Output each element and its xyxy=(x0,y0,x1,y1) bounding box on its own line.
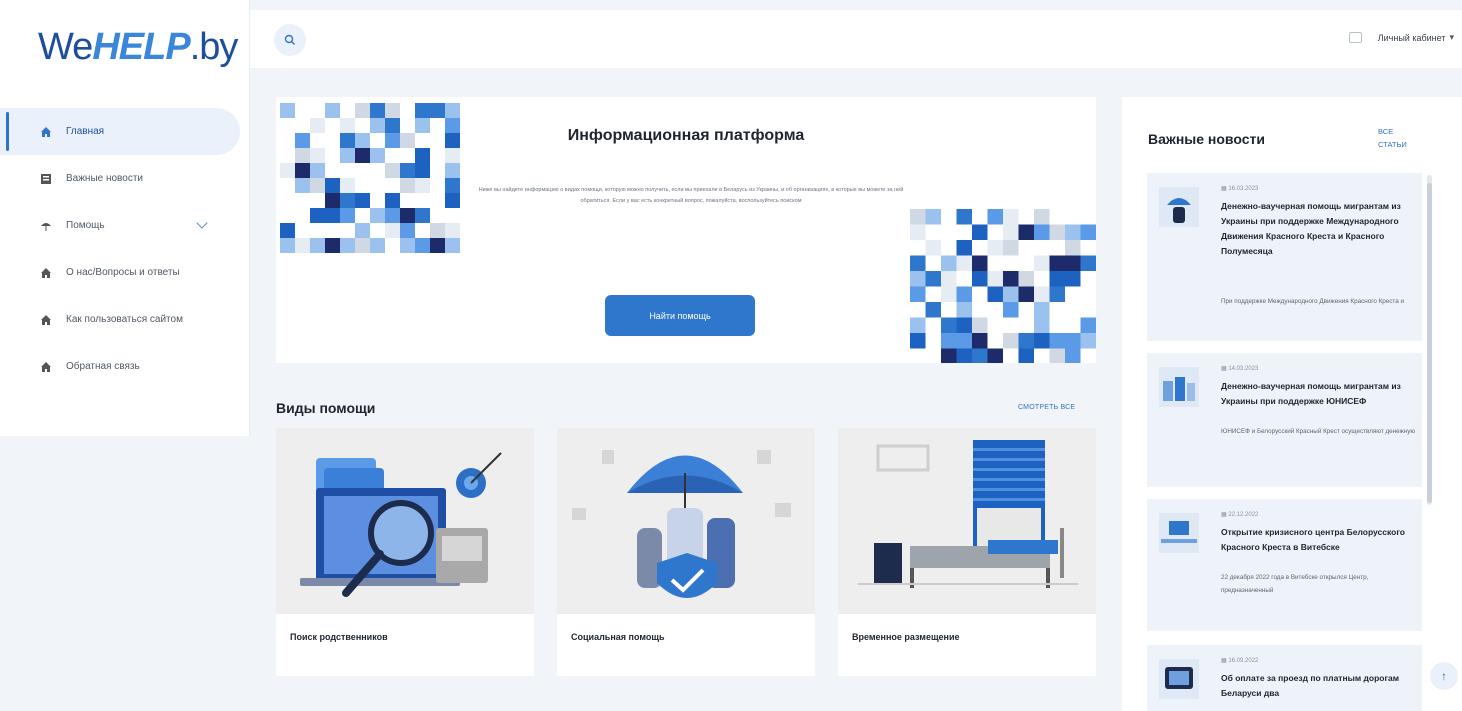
sidebar-item-help[interactable]: Помощь xyxy=(0,202,250,249)
sidebar-item-howto[interactable]: Как пользоваться сайтом xyxy=(0,296,250,343)
hero-banner: Информационная платформа Ниже вы найдете… xyxy=(276,97,1096,363)
sidebar-item-label: Обратная связь xyxy=(66,361,140,372)
section-title: Виды помощи xyxy=(276,400,376,416)
scroll-to-top-button[interactable]: ↑ xyxy=(1430,662,1458,690)
card-label: Поиск родственников xyxy=(290,632,388,642)
news-item[interactable]: 16.03.2023 Денежно-ваучерная помощь мигр… xyxy=(1147,173,1422,341)
search-icon xyxy=(284,34,295,45)
home-icon xyxy=(40,361,52,373)
news-date: 16.03.2023 xyxy=(1221,185,1258,192)
logo[interactable]: WeHELP.by xyxy=(38,26,238,69)
news-thumbnail xyxy=(1159,367,1199,407)
mosaic-decoration xyxy=(910,209,1096,363)
sidebar-item-feedback[interactable]: Обратная связь xyxy=(0,343,250,390)
news-item[interactable]: 16.09.2022 Об оплате за проезд по платны… xyxy=(1147,645,1422,711)
header: Личный кабинет ▾ xyxy=(250,10,1462,68)
sidebar-item-label: Главная xyxy=(66,126,105,137)
account-menu[interactable]: Личный кабинет ▾ xyxy=(1348,32,1454,43)
sidebar-nav: Главная Важные новости Помощь О нас/Вопр… xyxy=(0,108,250,390)
user-icon xyxy=(1348,32,1362,43)
news-headline: Денежно-ваучерная помощь мигрантам из Ук… xyxy=(1221,381,1401,406)
see-all-link[interactable]: СМОТРЕТЬ ВСЕ xyxy=(1018,404,1075,411)
news-date: 16.09.2022 xyxy=(1221,657,1258,664)
news-date: 22.12.2022 xyxy=(1221,511,1258,518)
sidebar: WeHELP.by Главная Важные новости Помощь … xyxy=(0,0,250,436)
card-relatives-search[interactable]: Поиск родственников xyxy=(276,428,534,676)
news-headline: Об оплате за проезд по платным дорогам Б… xyxy=(1221,673,1400,698)
search-button[interactable] xyxy=(274,24,306,56)
umbrella-icon xyxy=(40,220,52,232)
card-label: Социальная помощь xyxy=(571,632,665,642)
find-help-button[interactable]: Найти помощь xyxy=(605,295,755,336)
card-label: Временное размещение xyxy=(852,632,960,642)
card-illustration xyxy=(557,428,815,614)
news-item[interactable]: 22.12.2022 Открытие кризисного центра Бе… xyxy=(1147,499,1422,631)
news-date: 14.03.2023 xyxy=(1221,365,1258,372)
chevron-down-icon[interactable] xyxy=(196,217,208,229)
home-icon xyxy=(40,267,52,279)
sidebar-item-news[interactable]: Важные новости xyxy=(0,155,250,202)
card-illustration xyxy=(276,428,534,614)
home-icon xyxy=(40,126,52,138)
sidebar-item-label: О нас/Вопросы и ответы xyxy=(66,267,180,278)
sidebar-item-home[interactable]: Главная xyxy=(0,108,240,155)
card-illustration xyxy=(838,428,1096,614)
news-scrollbar[interactable] xyxy=(1427,175,1432,505)
card-social-help[interactable]: Социальная помощь xyxy=(557,428,815,676)
news-item[interactable]: 14.03.2023 Денежно-ваучерная помощь мигр… xyxy=(1147,353,1422,487)
scrollbar-thumb[interactable] xyxy=(1427,183,1432,503)
sidebar-item-label: Важные новости xyxy=(66,173,143,184)
all-articles-link[interactable]: ВСЕ СТАТЬИ xyxy=(1378,125,1418,151)
news-panel: Важные новости ВСЕ СТАТЬИ 16.03.2023 Ден… xyxy=(1122,97,1462,711)
hero-title: Информационная платформа xyxy=(567,127,805,144)
news-thumbnail xyxy=(1159,659,1199,699)
news-thumbnail xyxy=(1159,513,1199,553)
chevron-down-icon: ▾ xyxy=(1449,32,1454,42)
mosaic-decoration xyxy=(280,103,460,253)
account-label: Личный кабинет xyxy=(1377,32,1446,43)
news-excerpt: 22 декабря 2022 года в Витебске открылся… xyxy=(1221,574,1369,594)
news-headline: Денежно-ваучерная помощь мигрантам из Ук… xyxy=(1221,201,1401,256)
news-thumbnail xyxy=(1159,187,1199,227)
sidebar-item-about[interactable]: О нас/Вопросы и ответы xyxy=(0,249,250,296)
news-headline: Открытие кризисного центра Белорусского … xyxy=(1221,527,1405,552)
sidebar-item-label: Помощь xyxy=(66,220,105,231)
sidebar-item-label: Как пользоваться сайтом xyxy=(66,314,183,325)
home-icon xyxy=(40,314,52,326)
news-icon xyxy=(40,173,52,185)
news-title: Важные новости xyxy=(1148,131,1265,147)
card-temporary-housing[interactable]: Временное размещение xyxy=(838,428,1096,676)
hero-text: Ниже вы найдете информацию о видах помощ… xyxy=(478,187,904,204)
news-excerpt: При поддержке Международного Движения Кр… xyxy=(1221,298,1405,305)
arrow-up-icon: ↑ xyxy=(1441,669,1447,683)
news-excerpt: ЮНИСЕФ и Белорусский Красный Крест осуще… xyxy=(1221,428,1416,435)
